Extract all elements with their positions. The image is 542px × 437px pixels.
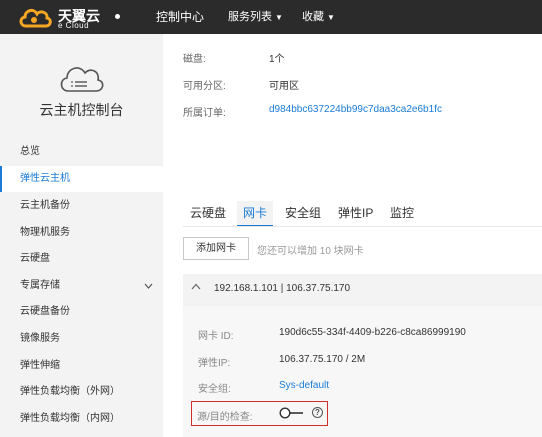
sidebar-item-bare-metal[interactable]: 物理机服务 bbox=[0, 220, 163, 246]
nic-field-value: 190d6c55-334f-4409-b226-c8ca86999190 bbox=[279, 327, 466, 338]
sidebar-item-image[interactable]: 镜像服务 bbox=[0, 326, 163, 352]
tab-disk[interactable]: 云硬盘 bbox=[190, 201, 226, 225]
sidebar-item-ecs[interactable]: 弹性云主机 bbox=[0, 166, 163, 192]
security-group-link[interactable]: Sys-default bbox=[279, 380, 329, 391]
sidebar-item-autoscaling[interactable]: 弹性伸缩 bbox=[0, 353, 163, 379]
chevron-up-icon[interactable] bbox=[191, 282, 201, 293]
tabs-divider bbox=[183, 226, 542, 227]
cloud-logo-icon bbox=[19, 8, 52, 28]
detail-disk: 磁盘: 1个 bbox=[183, 50, 285, 65]
sidebar: 云主机控制台 总览 弹性云主机 云主机备份 物理机服务 云硬盘 专属存储 云硬盘… bbox=[0, 34, 163, 437]
nav-control-center[interactable]: 控制中心 bbox=[156, 0, 204, 34]
nic-field-eip: 弹性IP: 106.37.75.170 / 2M bbox=[198, 354, 365, 369]
nic-field-label: 网卡 ID: bbox=[198, 331, 234, 342]
nic-title: 192.168.1.101 | 106.37.75.170 bbox=[214, 283, 351, 294]
toggle-switch-icon[interactable] bbox=[279, 407, 304, 419]
separator-dot bbox=[115, 14, 120, 19]
sidebar-item-dedicated-storage[interactable]: 专属存储 bbox=[0, 273, 163, 299]
tab-eip[interactable]: 弹性IP bbox=[338, 201, 373, 225]
detail-order: 所属订单: d984bbc637224bb99c7daa3ca2e6b1fc bbox=[183, 104, 442, 119]
nav-service-list[interactable]: 服务列表 ▼ bbox=[228, 0, 283, 34]
sidebar-item-overview[interactable]: 总览 bbox=[0, 139, 163, 165]
sidebar-item-elb-external[interactable]: 弹性负载均衡（外网） bbox=[0, 379, 163, 405]
caret-down-icon: ▼ bbox=[327, 13, 335, 22]
console-title: 云主机控制台 bbox=[39, 102, 124, 118]
help-icon[interactable]: ? bbox=[312, 407, 323, 418]
nic-field-value: 106.37.75.170 / 2M bbox=[279, 354, 366, 365]
detail-label: 所属订单: bbox=[183, 108, 226, 119]
source-dest-check-label: 源/目的检查: bbox=[197, 412, 253, 423]
detail-label: 磁盘: bbox=[183, 54, 206, 65]
detail-value: 可用区 bbox=[269, 81, 299, 92]
tab-security-group[interactable]: 安全组 bbox=[285, 201, 321, 225]
detail-zone: 可用分区: 可用区 bbox=[183, 77, 299, 92]
chevron-down-icon bbox=[144, 273, 153, 299]
tab-monitor[interactable]: 监控 bbox=[390, 201, 414, 225]
tab-nic[interactable]: 网卡 bbox=[237, 201, 274, 227]
nic-field-label: 弹性IP: bbox=[198, 358, 231, 369]
nav-favorites[interactable]: 收藏 ▼ bbox=[302, 0, 335, 34]
nic-field-id: 网卡 ID: 190d6c55-334f-4409-b226-c8ca86999… bbox=[198, 327, 466, 342]
cloud-server-icon bbox=[60, 67, 104, 92]
nic-field-label: 安全组: bbox=[198, 384, 231, 395]
detail-label: 可用分区: bbox=[183, 81, 226, 92]
order-id-link[interactable]: d984bbc637224bb99c7daa3ca2e6b1fc bbox=[269, 104, 442, 115]
sidebar-item-elb-internal[interactable]: 弹性负载均衡（内网） bbox=[0, 406, 163, 432]
brand-logo[interactable]: 天翼云 e Cloud bbox=[18, 4, 118, 30]
top-navigation-bar: 天翼云 e Cloud 控制中心 服务列表 ▼ 收藏 ▼ bbox=[0, 0, 542, 34]
detail-value: 1个 bbox=[269, 54, 285, 65]
add-nic-button[interactable]: 添加网卡 bbox=[183, 237, 249, 260]
brand-subtitle: e Cloud bbox=[58, 21, 90, 30]
sidebar-item-disk[interactable]: 云硬盘 bbox=[0, 246, 163, 272]
sidebar-item-disk-backup[interactable]: 云硬盘备份 bbox=[0, 299, 163, 325]
sidebar-item-ecs-backup[interactable]: 云主机备份 bbox=[0, 193, 163, 219]
add-nic-hint: 您还可以增加 10 块网卡 bbox=[257, 246, 364, 257]
nic-field-security-group: 安全组: Sys-default bbox=[198, 380, 329, 395]
caret-down-icon: ▼ bbox=[275, 13, 283, 22]
nic-panel-header[interactable]: 192.168.1.101 | 106.37.75.170 bbox=[183, 274, 542, 306]
